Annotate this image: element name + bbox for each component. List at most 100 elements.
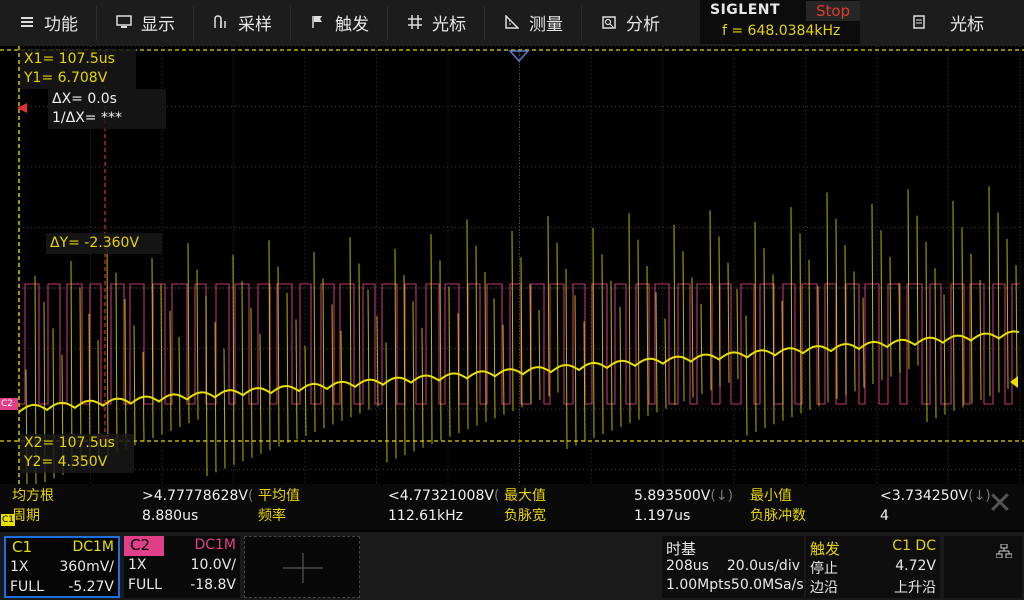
c2-name: C2 xyxy=(124,536,164,556)
c2-coupling: DC1M xyxy=(194,537,236,553)
c1-spike xyxy=(574,295,577,446)
c1-spike xyxy=(970,253,973,404)
trigger-box[interactable]: 触发 C1 DC 停止 4.72V 边沿 上升沿 xyxy=(806,536,940,598)
c1-spike xyxy=(115,272,118,453)
c1-spike xyxy=(691,277,694,398)
c1-spike xyxy=(1015,265,1018,386)
measure-max-suffix: (↓) xyxy=(710,488,734,504)
trigger-level-marker[interactable] xyxy=(1010,376,1018,388)
trigger-flag-icon xyxy=(309,13,327,31)
right-menu-cursor[interactable]: 光标 xyxy=(872,0,1022,44)
c1-spike xyxy=(592,227,595,438)
c1-spike xyxy=(511,230,514,412)
waveform-display[interactable]: C2 X1= 107.5us Y1= 6.708V ΔX= 0.0s 1/ΔX=… xyxy=(0,46,1024,530)
measure-period-label: 周期 xyxy=(12,508,40,524)
c2-offset: -18.8V xyxy=(190,577,236,593)
c2-bandwidth: FULL xyxy=(128,577,162,593)
c1-spike xyxy=(385,342,388,463)
menu-cursor[interactable]: 光标 xyxy=(388,0,484,44)
c1-spike xyxy=(808,259,811,410)
c1-spike xyxy=(133,325,136,446)
timebase-row-2: 1.00Mpts 50.0MSa/s xyxy=(666,577,804,593)
acquire-icon xyxy=(212,13,230,31)
add-channel-button[interactable] xyxy=(244,536,360,598)
c1-spike xyxy=(331,304,334,425)
right-menu-cursor-label: 光标 xyxy=(950,14,984,35)
c1-spike xyxy=(259,333,262,454)
c1-spike xyxy=(997,212,1000,393)
cursor-x2-value: X2= 107.5us xyxy=(24,435,115,451)
c1-spike xyxy=(934,268,937,419)
c1-spike xyxy=(610,280,613,431)
c2-row-offset: FULL -18.8V xyxy=(128,576,236,595)
cursor-grid-icon xyxy=(406,13,424,31)
measure-rms-label: 均方根 xyxy=(12,488,54,504)
c1-spike xyxy=(637,239,640,420)
c1-spike xyxy=(295,319,298,440)
brand-logo: SIGLENT xyxy=(710,2,781,18)
cursor-delta-x: ΔX= 0.0s xyxy=(52,91,117,107)
measure-close-button[interactable]: ✕ xyxy=(984,488,1016,520)
network-icon xyxy=(996,544,1012,558)
measure-mean-label: 平均值 xyxy=(258,488,300,504)
measure-rms-suffix: ( xyxy=(247,488,254,504)
measure-negwidth-label: 负脉宽 xyxy=(504,508,546,524)
top-menu-bar: 功能 显示 采样 触发 光标 测量 分析 SIGLENT Stop f = 64… xyxy=(0,0,1024,46)
trigger-level: 4.72V xyxy=(895,558,936,574)
c1-spike xyxy=(241,281,244,462)
measure-source-tag: C1 xyxy=(1,514,15,526)
c1-spike xyxy=(376,316,379,407)
measure-negcount-label: 负脉冲数 xyxy=(750,508,806,524)
network-status-box[interactable] xyxy=(944,536,1022,598)
c2-scale: 10.0V/ xyxy=(190,557,236,573)
measure-rms-value: >4.77778628V( xyxy=(142,486,253,506)
c1-spike xyxy=(277,266,280,447)
c1-spike xyxy=(700,303,703,394)
measure-min-value: <3.734250V(↓) xyxy=(880,486,991,506)
c1-spike xyxy=(475,245,478,426)
c2-channel-box[interactable]: C2 DC1M 1X 10.0V/ FULL -18.8V xyxy=(124,536,240,598)
menu-cursor-label: 光标 xyxy=(432,14,466,35)
menu-display-label: 显示 xyxy=(141,14,175,35)
c1-spike xyxy=(880,230,883,381)
timebase-box[interactable]: 时基 208us 20.0us/div 1.00Mpts 50.0MSa/s xyxy=(662,536,804,598)
cursor-x2-y2-readout: X2= 107.5us Y2= 4.350V xyxy=(20,434,134,473)
c1-spike xyxy=(709,210,712,391)
menu-measure[interactable]: 测量 xyxy=(485,0,581,44)
c1-spike xyxy=(844,245,847,396)
c1-spike xyxy=(889,256,892,377)
measure-negcount-value: 4 xyxy=(880,508,889,524)
c1-spike xyxy=(628,213,631,424)
frequency-counter: f = 648.0384kHz xyxy=(722,23,841,39)
c1-probe: 1X xyxy=(10,559,29,575)
menu-trigger[interactable]: 触发 xyxy=(291,0,387,44)
analysis-icon xyxy=(600,13,618,31)
c1-spike xyxy=(124,299,127,450)
c1-spike xyxy=(322,278,325,429)
c1-spike xyxy=(925,241,928,423)
menu-trigger-label: 触发 xyxy=(335,14,369,35)
c1-scale: 360mV/ xyxy=(59,559,114,575)
cursor-delta-y: ΔY= -2.360V xyxy=(50,235,140,251)
measure-freq-label: 频率 xyxy=(258,508,286,524)
c1-channel-box[interactable]: C1 DC1M 1X 360mV/ FULL -5.27V xyxy=(4,536,120,598)
measure-max-value: 5.893500V(↓) xyxy=(634,486,733,506)
c1-spike xyxy=(952,200,955,411)
menu-acquire[interactable]: 采样 xyxy=(194,0,290,44)
menu-display[interactable]: 显示 xyxy=(97,0,193,44)
cursor-delta-readout: ΔX= 0.0s 1/ΔX= *** xyxy=(48,89,166,129)
c1-spike xyxy=(466,219,469,430)
c1-spike xyxy=(493,298,496,419)
c2-row-scale: 1X 10.0V/ xyxy=(128,556,236,575)
cursor-y1-value: Y1= 6.708V xyxy=(24,70,108,86)
trigger-row-1: 停止 4.72V xyxy=(810,558,936,578)
menu-function[interactable]: 功能 xyxy=(0,0,96,44)
measure-max-number: 5.893500V xyxy=(634,488,711,504)
menu-analysis[interactable]: 分析 xyxy=(582,0,678,44)
c1-spike xyxy=(313,251,316,432)
run-state-badge[interactable]: Stop xyxy=(806,1,860,21)
c1-spike xyxy=(871,203,874,385)
c1-spike xyxy=(538,309,541,401)
c1-spike xyxy=(826,192,829,403)
measure-min-number: <3.734250V xyxy=(880,488,969,504)
